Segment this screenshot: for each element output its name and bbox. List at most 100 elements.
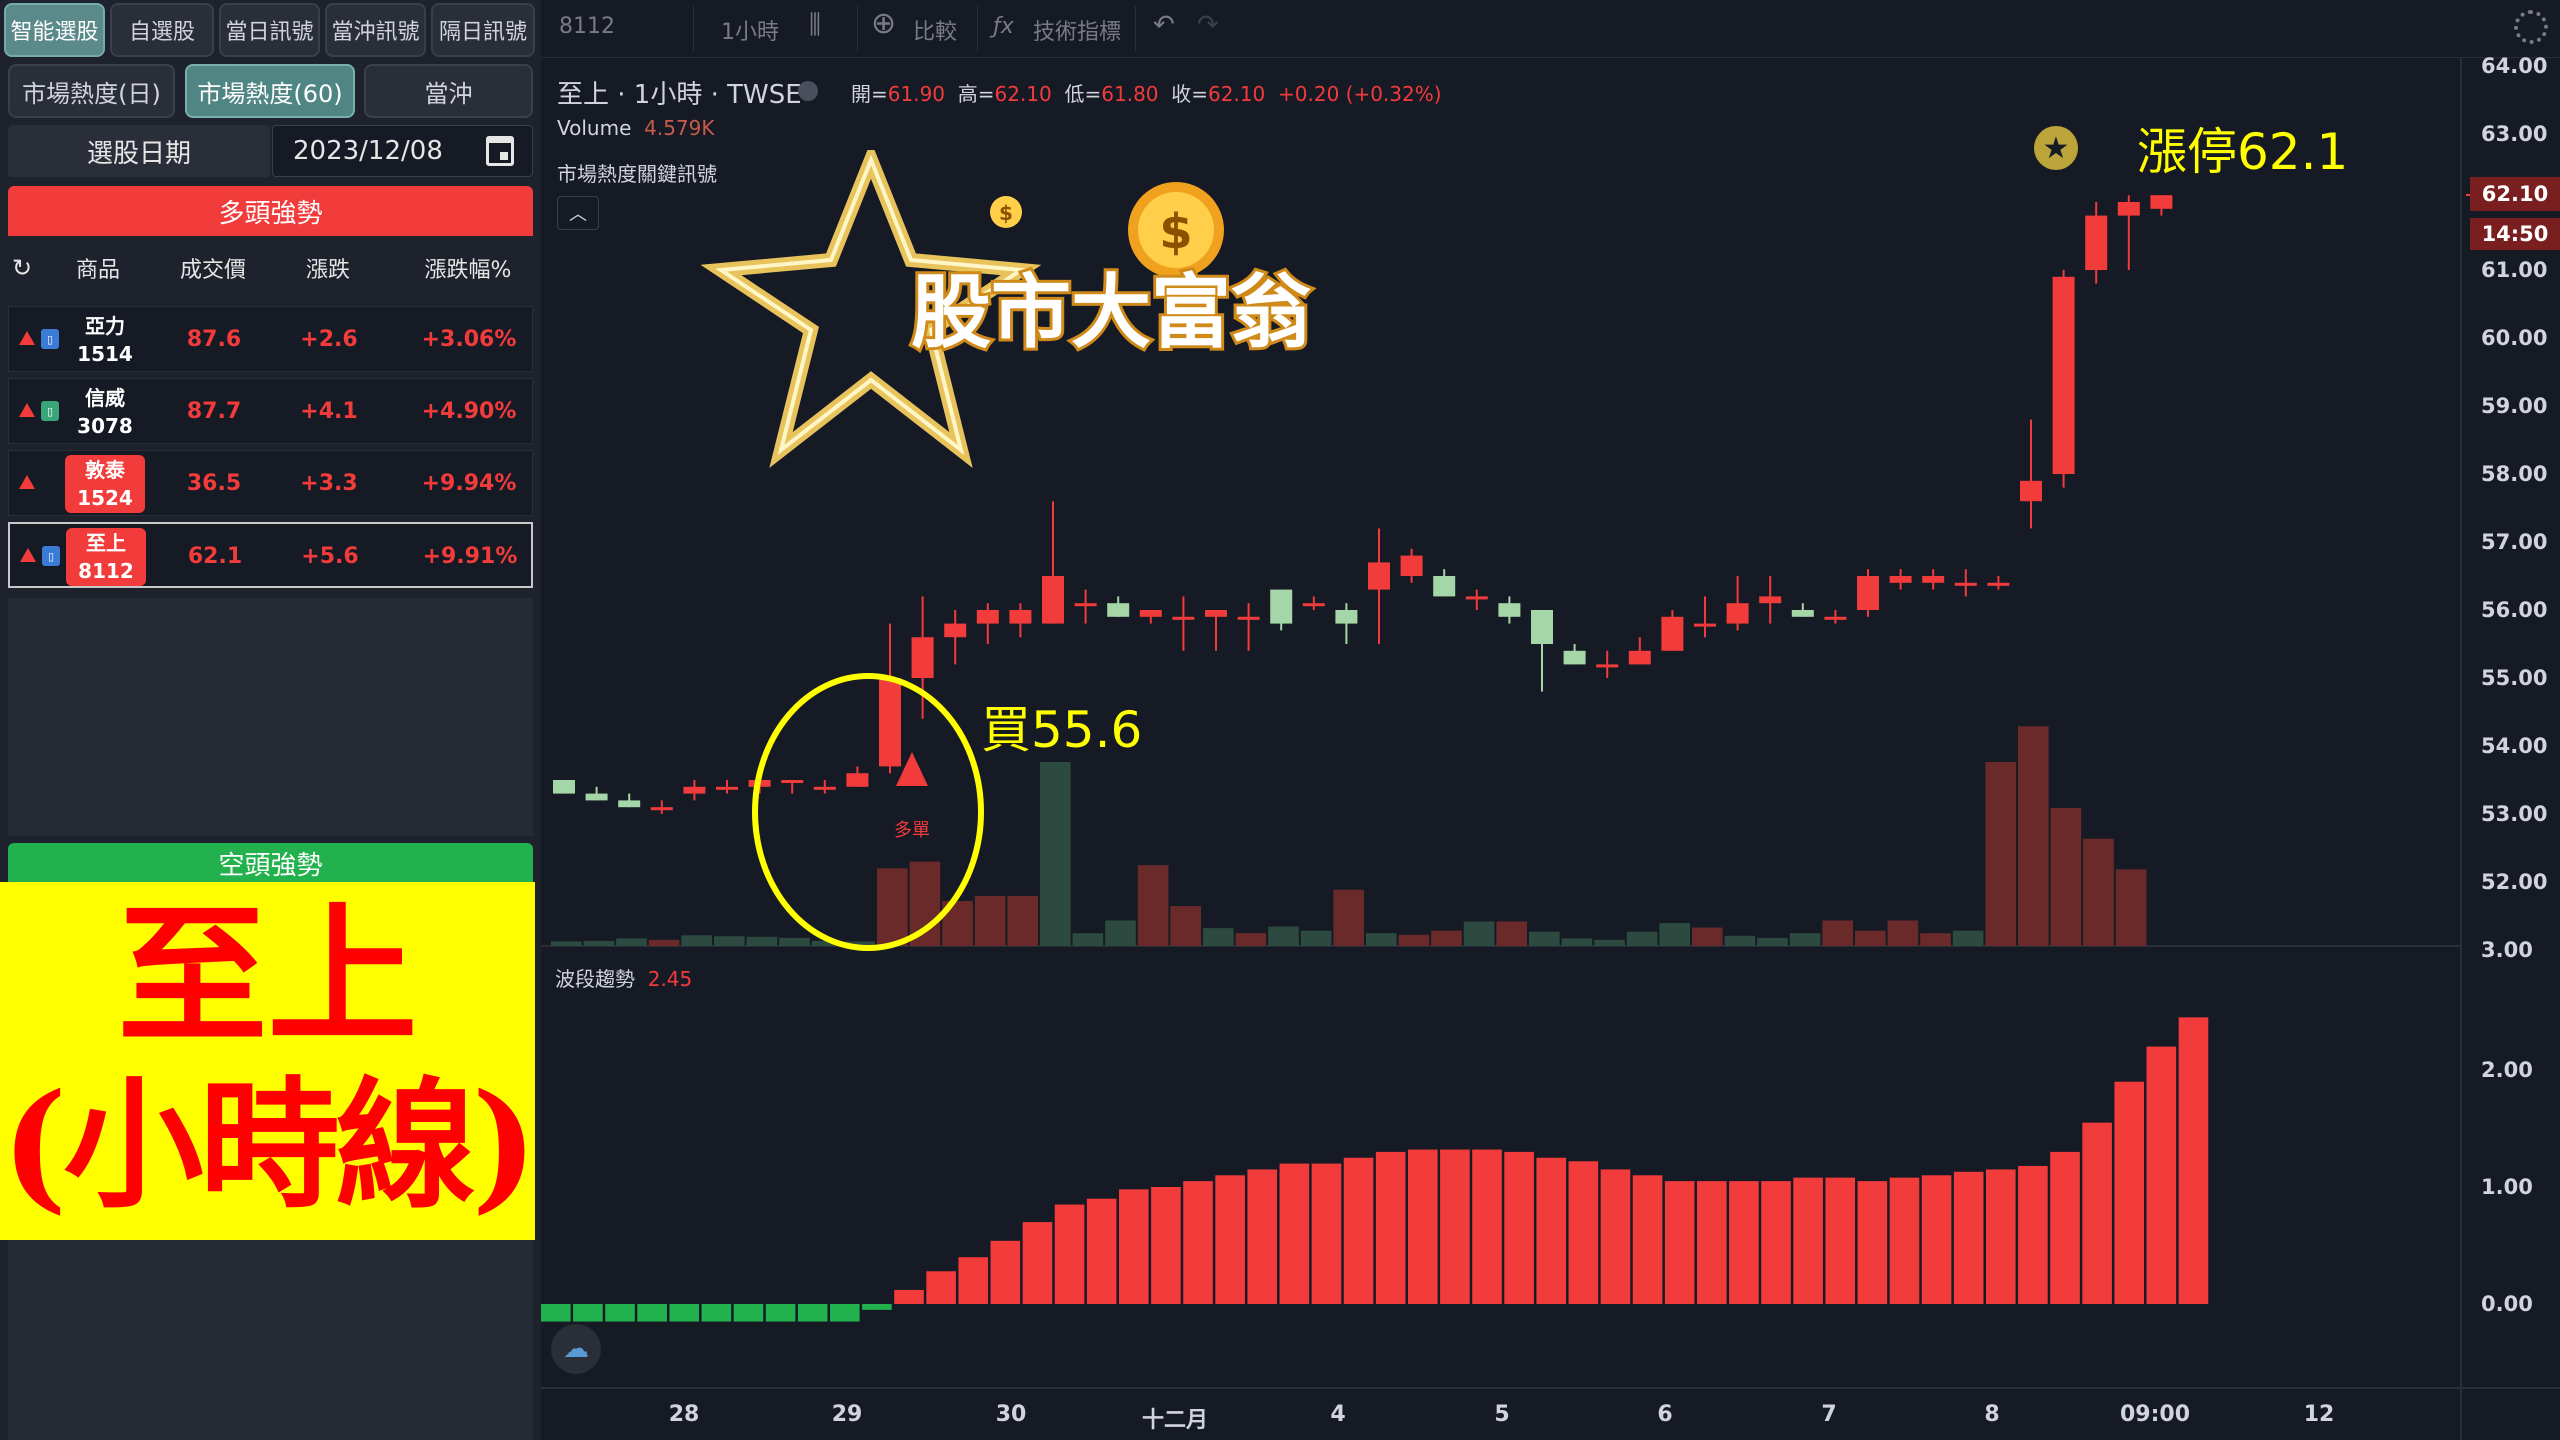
pct-cell: +3.06%	[421, 327, 517, 352]
table-row[interactable]: ▯ 信威 3078 87.7 +4.1 +4.90%	[8, 378, 533, 444]
date-field[interactable]: 2023/12/08	[272, 125, 533, 177]
chart-brand-icon[interactable]: ☁	[551, 1324, 601, 1374]
change-cell: +3.3	[300, 471, 358, 496]
time-tick: 09:00	[2119, 1402, 2191, 1427]
volume-bar	[681, 935, 712, 946]
volume-bar	[1822, 920, 1853, 946]
volume-bar	[1333, 889, 1364, 946]
stock-badge-icon: ▯	[41, 401, 59, 421]
col-product[interactable]: 商品	[58, 252, 138, 284]
wave-bar	[1407, 1149, 1438, 1304]
volume-bar	[1496, 921, 1527, 946]
candle-body	[1987, 582, 2010, 586]
wave-bar	[862, 1304, 892, 1310]
time-tick: 8	[1984, 1402, 2000, 1427]
volume-bar	[1855, 930, 1886, 946]
bull-strength-header[interactable]: 多頭強勢	[8, 186, 533, 236]
volume-bar	[2083, 838, 2114, 946]
wave-bar	[1632, 1175, 1663, 1304]
wave-tick: 1.00	[2481, 1175, 2533, 1199]
minus-circle-icon[interactable]	[798, 81, 818, 101]
volume-bar	[1137, 865, 1169, 946]
collapse-legend-button[interactable]: ︿	[557, 196, 599, 230]
tab-market-heat-60[interactable]: 市場熱度(60)	[185, 64, 355, 118]
wave-bar	[1729, 1181, 1759, 1304]
wave-bar	[1985, 1169, 2016, 1304]
tab-nextday-signal[interactable]: 隔日訊號	[431, 3, 535, 57]
candle-body	[1302, 603, 1325, 607]
last-price-tag: 62.10	[2470, 177, 2560, 211]
time-tick: 十二月	[1141, 1408, 1209, 1433]
volume-bar	[1366, 933, 1397, 946]
col-price[interactable]: 成交價	[168, 252, 258, 284]
candle-body	[553, 780, 575, 794]
price-cell: 62.1	[187, 544, 243, 569]
brand-logo: $ $ 股市大富翁	[701, 150, 1314, 468]
stock-name: 亞力 1514	[77, 314, 133, 366]
tab-daytrade[interactable]: 當沖	[364, 64, 533, 118]
tab-market-heat-daily[interactable]: 市場熱度(日)	[8, 64, 175, 118]
refresh-icon[interactable]: ↻	[12, 254, 32, 282]
candle-body	[1237, 616, 1260, 620]
chart-area[interactable]: 8112 1小時 ⫼ ⊕ 比較 ƒx 技術指標 ↶ ↷ 多單 至上 · 1小時 …	[541, 0, 2560, 1440]
volume-bar	[1757, 937, 1788, 946]
wave-bar	[894, 1289, 924, 1304]
volume-legend: Volume 4.579K	[557, 116, 715, 140]
price-tick: 60.00	[2481, 326, 2548, 350]
bear-strength-header[interactable]: 空頭強勢	[8, 843, 533, 883]
candle-body	[1400, 555, 1423, 576]
price-tick: 59.00	[2481, 394, 2548, 418]
tab-watchlist[interactable]: 自選股	[110, 3, 214, 57]
stock-name: 至上 8112	[66, 528, 146, 586]
candle-body	[716, 786, 738, 790]
wave-bar	[990, 1240, 1021, 1304]
star-badge-icon[interactable]: ★	[2034, 126, 2078, 170]
pct-cell: +4.90%	[421, 399, 517, 424]
wave-bar	[1536, 1157, 1567, 1304]
volume-bar	[2018, 726, 2049, 946]
wave-tick: 3.00	[2481, 938, 2533, 962]
candle-body	[846, 773, 869, 787]
wave-bar	[2114, 1081, 2145, 1304]
price-tick: 63.00	[2481, 122, 2548, 146]
table-row-selected[interactable]: ▯ 至上 8112 62.1 +5.6 +9.91%	[8, 522, 533, 588]
col-change[interactable]: 漲跌	[288, 252, 368, 284]
pct-cell: +9.94%	[421, 471, 517, 496]
volume-bar	[1268, 926, 1299, 946]
price-cell: 87.7	[186, 399, 242, 424]
change-cell: +2.6	[300, 327, 358, 352]
time-tick: 7	[1821, 1402, 1837, 1427]
tab-daily-signal[interactable]: 當日訊號	[219, 3, 320, 57]
calendar-icon[interactable]	[486, 136, 514, 166]
candle-body	[813, 786, 836, 790]
price-cell: 87.6	[186, 327, 242, 352]
candle-body	[618, 800, 641, 808]
tab-smart-screen[interactable]: 智能選股	[4, 3, 105, 57]
candle-body	[1335, 610, 1358, 624]
wave-bar	[2082, 1122, 2112, 1304]
candle-body	[2150, 195, 2173, 209]
list-empty-area	[8, 598, 533, 836]
stock-name: 信威 3078	[77, 386, 133, 438]
ohlc-legend: 開=61.90 高=62.10 低=61.80 收=62.10 +0.20 (+…	[851, 82, 1442, 106]
wave-bar	[1343, 1157, 1374, 1304]
col-change-pct[interactable]: 漲跌幅%	[408, 252, 528, 284]
table-row[interactable]: 敦泰 1524 36.5 +3.3 +9.94%	[8, 450, 533, 516]
wave-bar	[1118, 1189, 1149, 1304]
wave-bar	[669, 1304, 700, 1322]
stock-badge-icon: ▯	[41, 329, 59, 349]
wave-bar	[1151, 1187, 1181, 1304]
wave-bar	[1375, 1151, 1406, 1304]
candle-body	[1433, 576, 1456, 597]
limit-up-annotation: 漲停62.1	[2137, 123, 2349, 181]
wave-bar	[1600, 1169, 1631, 1304]
tab-daytrade-signal[interactable]: 當沖訊號	[325, 3, 426, 57]
overlay-subtitle: (小時線)	[1, 1064, 537, 1228]
wave-bar	[541, 1304, 571, 1322]
table-row[interactable]: ▯ 亞力 1514 87.6 +2.6 +3.06%	[8, 306, 533, 372]
candle-body	[976, 610, 999, 624]
price-tick: 52.00	[2481, 870, 2548, 894]
wave-bar	[1086, 1198, 1117, 1304]
volume-bar	[1985, 762, 2016, 946]
stock-screener-panel: 智能選股 自選股 當日訊號 當沖訊號 隔日訊號 市場熱度(日) 市場熱度(60)…	[0, 0, 541, 1440]
